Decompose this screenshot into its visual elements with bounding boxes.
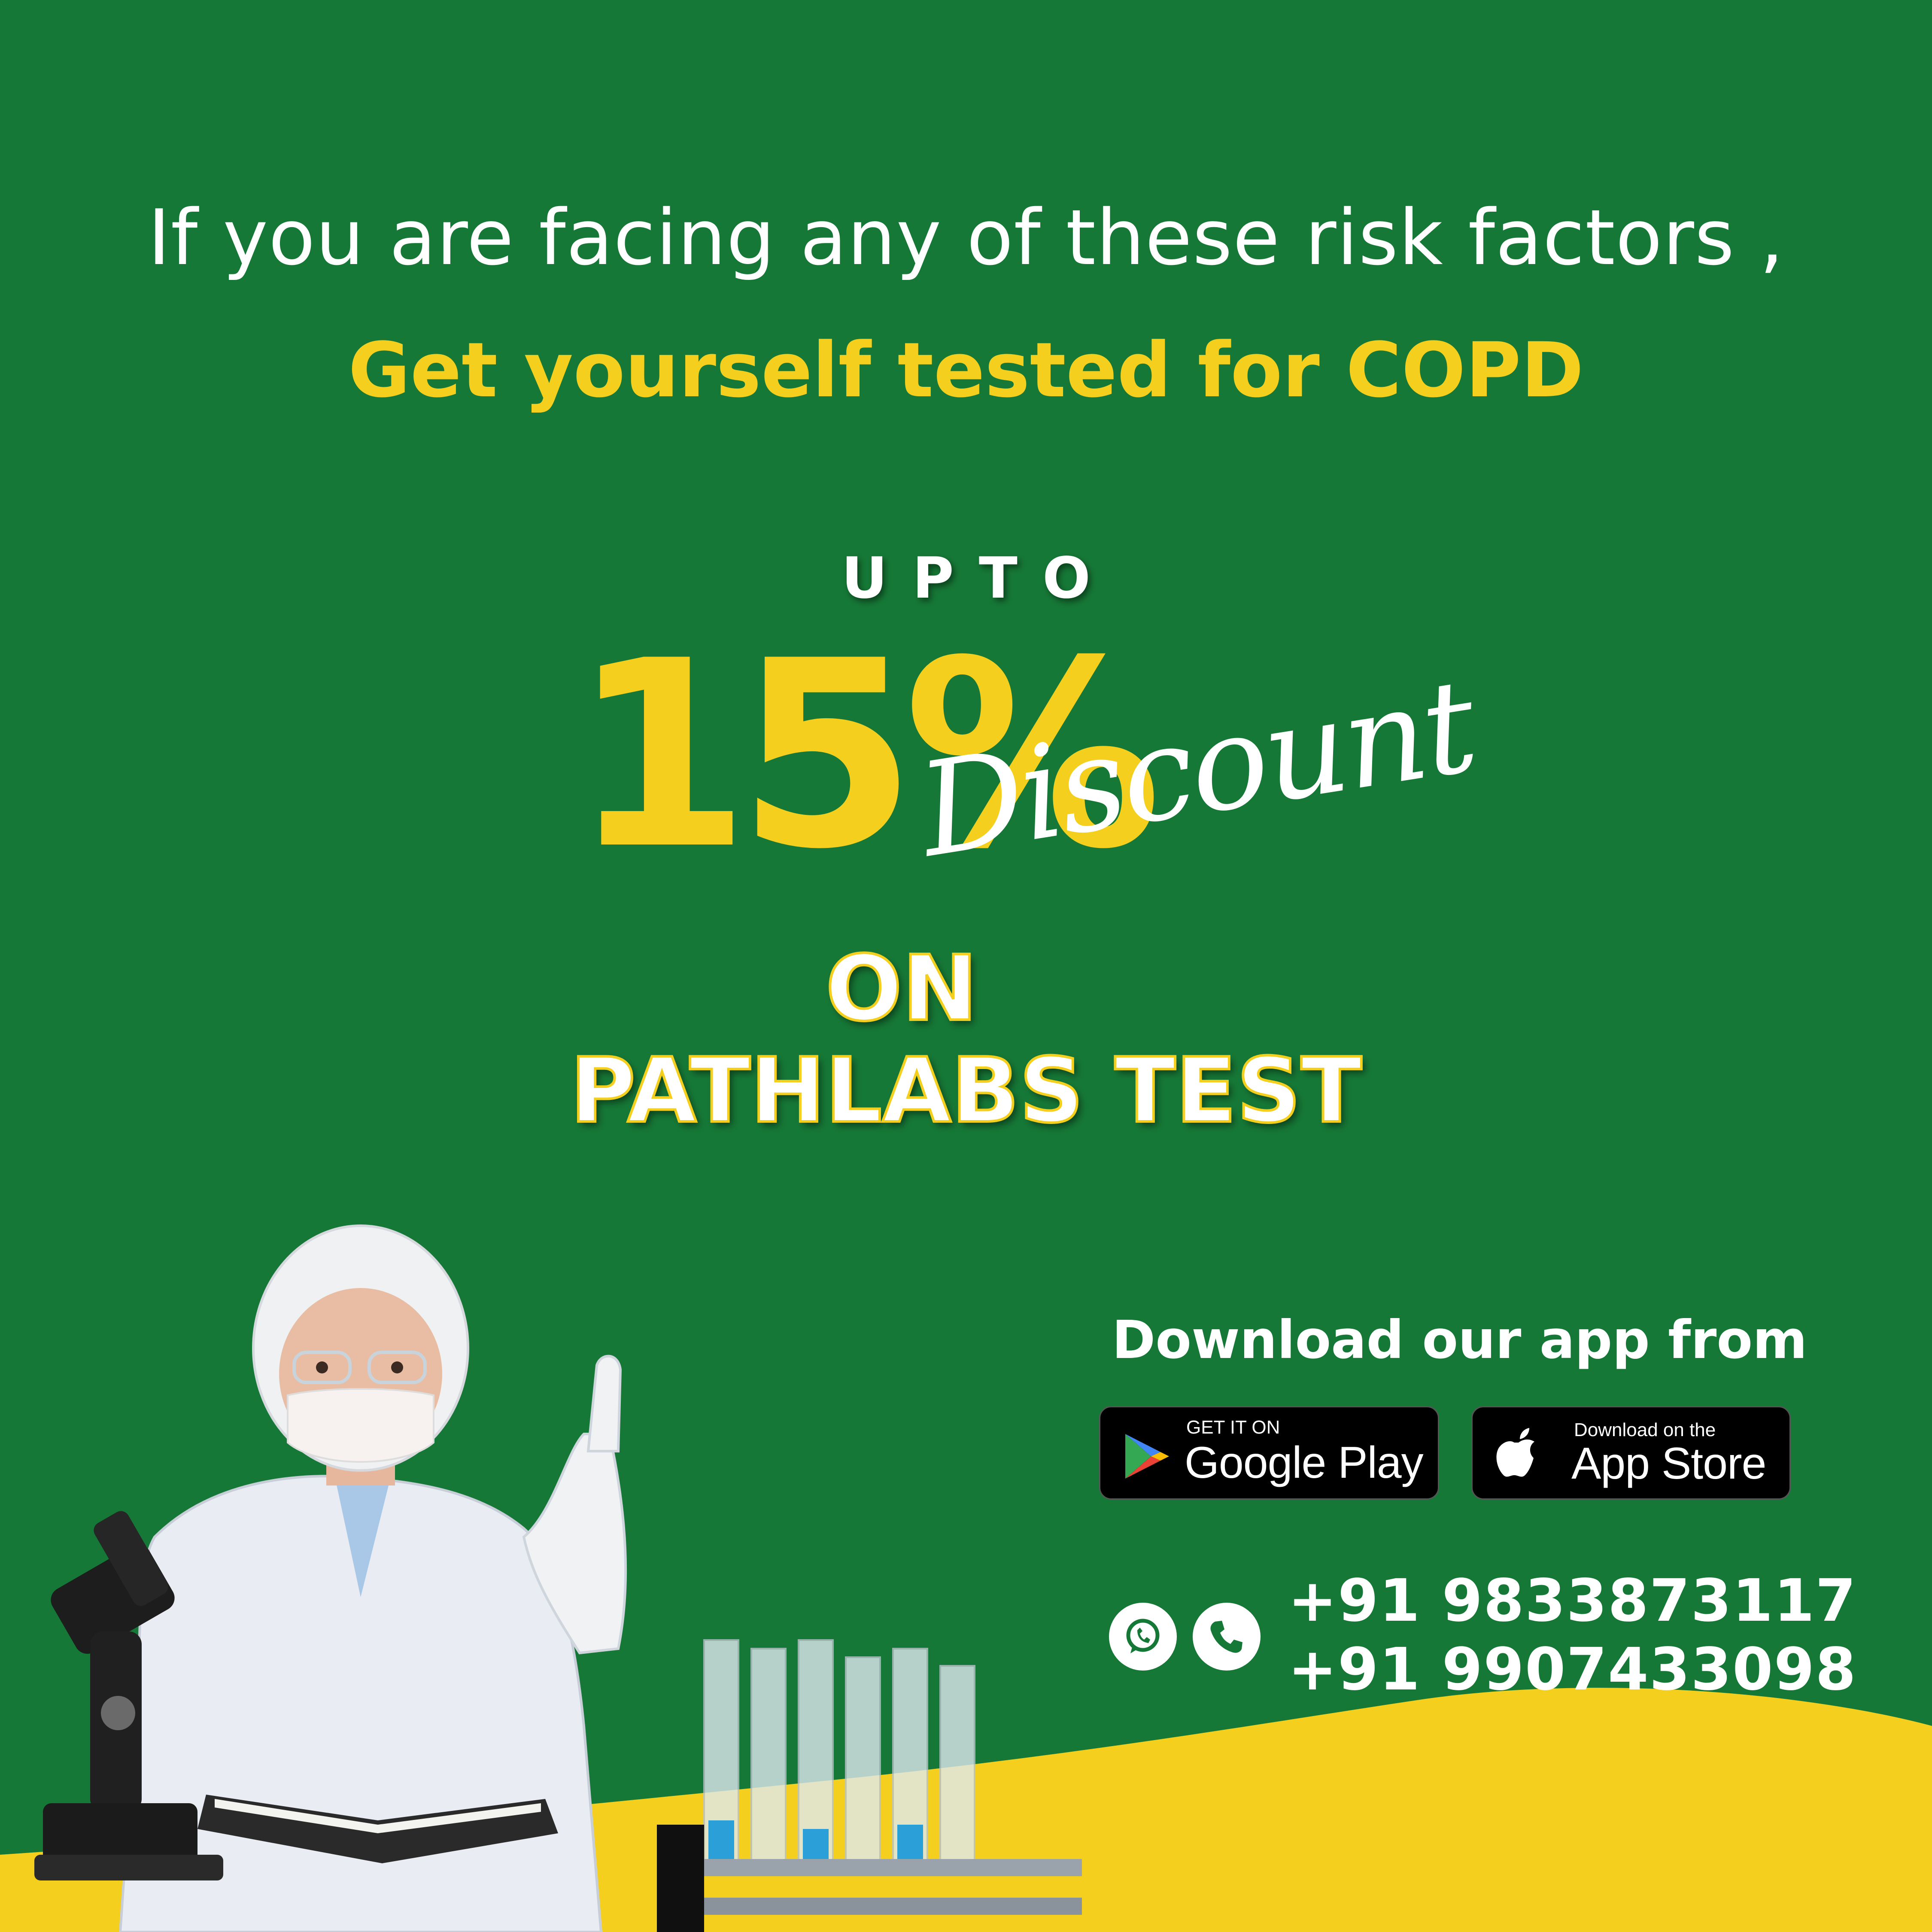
phone-icon[interactable] <box>1193 1603 1261 1671</box>
offer-prefix: UPTO <box>841 545 1116 611</box>
app-store-button[interactable]: Download on the App Store <box>1471 1406 1791 1500</box>
google-play-label: Google Play <box>1185 1438 1424 1488</box>
download-title: Download our app from <box>1112 1309 1807 1370</box>
apple-icon <box>1496 1428 1534 1477</box>
offer-line-on: ON <box>824 935 979 1042</box>
google-play-button[interactable]: GET IT ON Google Play <box>1099 1406 1439 1500</box>
subheadline: Get yourself tested for COPD <box>348 326 1584 414</box>
phone-number-2[interactable]: +91 9907433098 <box>1288 1636 1857 1704</box>
lab-technician-illustration <box>34 1224 1082 1932</box>
whatsapp-icon[interactable] <box>1109 1603 1177 1671</box>
google-play-icon <box>1125 1434 1169 1479</box>
app-store-label: App Store <box>1571 1439 1767 1488</box>
headline: If you are facing any of these risk fact… <box>148 193 1784 282</box>
app-store-small-label: Download on the <box>1574 1419 1716 1440</box>
phone-number-1[interactable]: +91 9833873117 <box>1288 1567 1857 1635</box>
google-play-small-label: GET IT ON <box>1186 1417 1280 1438</box>
offer-line-pathlabs: PATHLABS TEST <box>569 1038 1363 1144</box>
